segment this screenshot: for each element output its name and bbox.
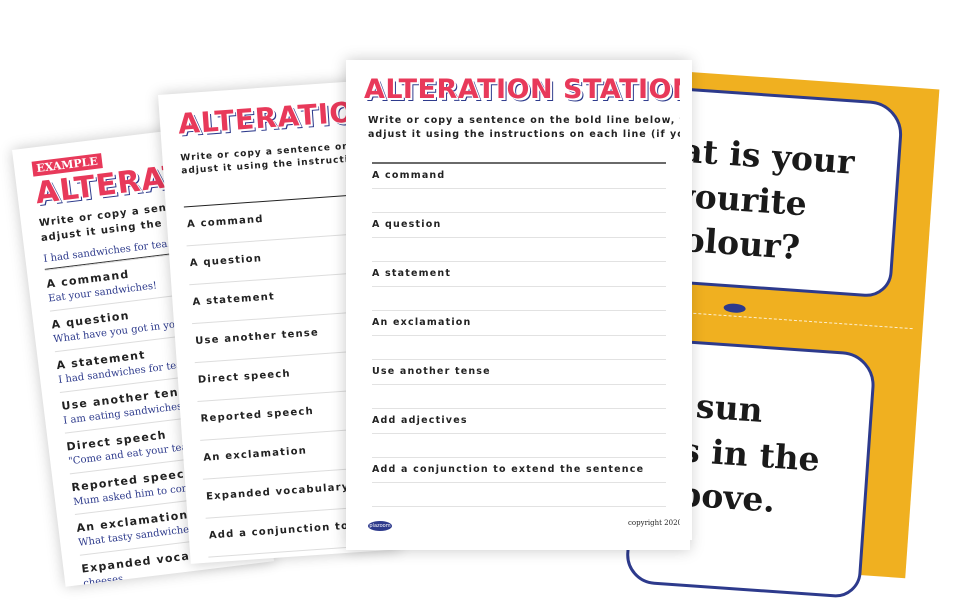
writing-line xyxy=(372,433,666,434)
row-label: Use another tense xyxy=(372,366,491,377)
row-label: A command xyxy=(186,214,265,231)
instructions-line-2: adjust it using the instructions on each… xyxy=(368,128,690,140)
writing-line xyxy=(372,188,666,189)
writing-line xyxy=(372,482,666,483)
row-label: A statement xyxy=(372,268,452,279)
worksheet-row: A command xyxy=(372,164,666,213)
instructions: Write or copy a sentence on the adjust i… xyxy=(180,139,381,178)
writing-line xyxy=(372,335,666,336)
instructions-line-1: Write or copy a sentence on the bold lin… xyxy=(368,115,690,126)
writing-line xyxy=(372,286,666,287)
row-label: Add a conjunction to extend the sentence xyxy=(372,464,645,475)
worksheet-row: A statement xyxy=(372,262,666,311)
sheet-edge xyxy=(680,60,692,540)
row-label: An exclamation xyxy=(203,445,308,464)
writing-line xyxy=(372,237,666,238)
worksheet-title: Alteration Station xyxy=(364,74,690,105)
cut-line xyxy=(673,311,913,330)
main-rows: A command A question A statement An exclama… xyxy=(372,164,666,507)
row-label: A statement xyxy=(192,291,276,309)
row-label: A question xyxy=(189,253,263,270)
worksheet-row: Add adjectives xyxy=(372,409,666,458)
row-label: Expanded vocabulary xyxy=(205,481,350,503)
plazoom-logo: plazoom xyxy=(368,521,392,531)
copyright-text: copyright 2020 xyxy=(628,519,682,527)
writing-line xyxy=(372,384,666,385)
row-label: A question xyxy=(372,219,442,230)
worksheet-title: Alteratio xyxy=(176,95,356,141)
row-label: An exclamation xyxy=(372,317,472,328)
row-label: Use another tense xyxy=(194,327,320,348)
row-label: Direct speech xyxy=(197,368,292,386)
worksheet-row: Use another tense xyxy=(372,360,666,409)
main-worksheet: Alteration Station Write or copy a sente… xyxy=(346,60,690,550)
sentence-cards-sheet: hat is your avourite colour? he sun nes … xyxy=(624,72,940,600)
writing-line xyxy=(372,506,666,507)
row-label: Add adjectives xyxy=(372,415,468,426)
instructions: Write or copy a sentence on the bold lin… xyxy=(368,114,690,142)
worksheet-row: Add a conjunction to extend the sentence xyxy=(372,458,666,507)
row-label: A command xyxy=(372,170,446,181)
worksheet-row: A question xyxy=(372,213,666,262)
plazoom-logo xyxy=(723,302,746,314)
row-label: Reported speech xyxy=(200,406,315,425)
worksheet-row: An exclamation xyxy=(372,311,666,360)
